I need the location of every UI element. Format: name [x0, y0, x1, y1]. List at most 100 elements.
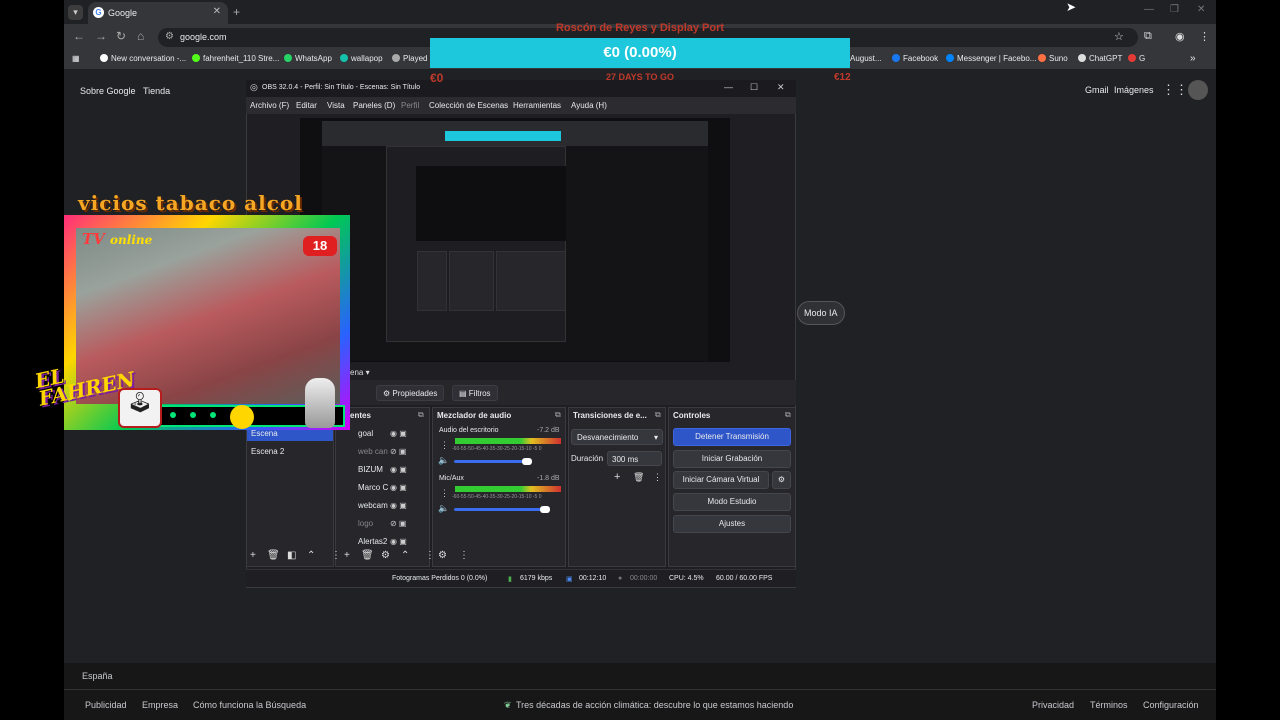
source-remove-icon[interactable]: 🗑 — [361, 550, 374, 561]
site-info-icon[interactable]: ⚙ — [165, 31, 174, 42]
menu-edit[interactable]: Editar — [296, 101, 317, 110]
menu-icon[interactable]: ⋮ — [1199, 30, 1210, 43]
source-item[interactable]: Alertas2 — [358, 537, 387, 546]
dock-undock-icon[interactable]: ⧉ — [785, 410, 791, 420]
new-tab-button[interactable]: + — [233, 5, 240, 19]
tab-google[interactable]: G Google ✕ — [88, 2, 228, 24]
studio-mode-button[interactable]: Modo Estudio — [673, 493, 791, 511]
menu-file[interactable]: Archivo (F) — [250, 101, 289, 110]
bookmark-item[interactable]: Messenger | Facebo... — [946, 54, 1036, 63]
obs-minimize-icon[interactable]: — — [724, 82, 733, 92]
maximize-icon[interactable]: ❐ — [1170, 4, 1179, 15]
bookmark-item[interactable]: Suno — [1038, 54, 1068, 63]
visibility-eye-icon[interactable]: ◉ ▣ — [390, 465, 407, 474]
stop-streaming-button[interactable]: Detener Transmisión — [673, 428, 791, 446]
footer-how-search-works-link[interactable]: Cómo funciona la Búsqueda — [193, 700, 306, 710]
footer-settings-link[interactable]: Configuración — [1143, 700, 1199, 710]
menu-help[interactable]: Ayuda (H) — [571, 101, 607, 110]
bookmark-item[interactable]: wallapop — [340, 54, 383, 63]
back-icon[interactable]: ← — [73, 29, 85, 43]
scene-remove-icon[interactable]: 🗑 — [267, 550, 280, 561]
volume-knob[interactable] — [522, 458, 532, 465]
bookmark-item[interactable]: Facebook — [892, 54, 938, 63]
images-link[interactable]: Imágenes — [1114, 85, 1154, 95]
footer-advertising-link[interactable]: Publicidad — [85, 700, 127, 710]
source-settings-icon[interactable]: ⚙ — [381, 550, 390, 561]
menu-scene-collection[interactable]: Colección de Escenas — [429, 101, 508, 110]
speaker-icon[interactable]: 🔈 — [438, 455, 449, 466]
bookmark-item[interactable]: G — [1128, 54, 1145, 63]
scene-add-icon[interactable]: + — [250, 550, 256, 561]
footer-business-link[interactable]: Empresa — [142, 700, 178, 710]
bookmark-star-icon[interactable]: ☆ — [1114, 30, 1124, 43]
visibility-eye-icon[interactable]: ◉ ▣ — [390, 483, 407, 492]
home-icon[interactable]: ⌂ — [137, 29, 144, 43]
reload-icon[interactable]: ↻ — [116, 29, 126, 43]
scene-item[interactable]: Escena 2 — [251, 447, 284, 456]
dock-undock-icon[interactable]: ⧉ — [555, 410, 561, 420]
source-item[interactable]: BIZUM — [358, 465, 383, 474]
source-item[interactable]: Marco C — [358, 483, 388, 492]
dock-undock-icon[interactable]: ⧉ — [418, 410, 424, 420]
remove-transition-icon[interactable]: 🗑 — [633, 472, 644, 483]
bookmark-item[interactable]: ChatGPT — [1078, 54, 1122, 63]
menu-view[interactable]: Vista — [327, 101, 345, 110]
kebab-menu-icon[interactable]: ⋮ — [440, 488, 449, 499]
minimize-icon[interactable]: — — [1144, 4, 1154, 15]
visibility-hidden-icon[interactable]: ⊘ ▣ — [390, 519, 406, 528]
speaker-icon[interactable]: 🔈 — [438, 503, 449, 514]
close-tab-icon[interactable]: ✕ — [213, 6, 221, 17]
kebab-menu-icon[interactable]: ⋮ — [440, 440, 449, 451]
filters-button[interactable]: ▤ Filtros — [452, 385, 498, 401]
more-bookmarks-icon[interactable]: » — [1190, 53, 1196, 64]
kebab-menu-icon[interactable]: ⋮ — [331, 550, 341, 561]
volume-slider[interactable] — [454, 508, 546, 511]
settings-button[interactable]: Ajustes — [673, 515, 791, 533]
kebab-menu-icon[interactable]: ⋮ — [653, 472, 662, 483]
source-item[interactable]: webcam — [358, 501, 388, 510]
source-item[interactable]: logo — [358, 519, 373, 528]
visibility-hidden-icon[interactable]: ⊘ ▣ — [390, 447, 406, 456]
volume-slider[interactable] — [454, 460, 528, 463]
obs-maximize-icon[interactable]: ☐ — [750, 82, 758, 93]
move-up-icon[interactable]: ⌃ — [307, 550, 315, 561]
move-up-icon[interactable]: ⌃ — [401, 550, 409, 561]
visibility-eye-icon[interactable]: ◉ ▣ — [390, 429, 407, 438]
bookmark-item[interactable]: Played — [392, 54, 427, 63]
gmail-link[interactable]: Gmail — [1085, 85, 1109, 95]
virtual-camera-settings-icon[interactable]: ⚙ — [772, 471, 791, 489]
start-recording-button[interactable]: Iniciar Grabación — [673, 450, 791, 468]
scene-filter-icon[interactable]: ◧ — [287, 550, 296, 561]
properties-button[interactable]: ⚙ Propiedades — [376, 385, 445, 401]
about-google-link[interactable]: Sobre Google — [80, 86, 136, 96]
kebab-menu-icon[interactable]: ⋮ — [425, 550, 435, 561]
menu-tools[interactable]: Herramientas — [513, 101, 561, 110]
menu-docks[interactable]: Paneles (D) — [353, 101, 395, 110]
footer-climate-link[interactable]: Tres décadas de acción climática: descub… — [516, 700, 793, 710]
extensions-icon[interactable]: ⧉ — [1144, 30, 1152, 43]
close-window-icon[interactable]: ✕ — [1197, 4, 1205, 15]
source-item[interactable]: goal — [358, 429, 373, 438]
source-add-icon[interactable]: + — [344, 550, 350, 561]
visibility-eye-icon[interactable]: ◉ ▣ — [390, 501, 407, 510]
store-link[interactable]: Tienda — [143, 86, 170, 96]
start-virtual-camera-button[interactable]: Iniciar Cámara Virtual — [673, 471, 769, 489]
forward-icon[interactable]: → — [95, 29, 107, 43]
source-item[interactable]: web can — [358, 447, 388, 456]
visibility-eye-icon[interactable]: ◉ ▣ — [390, 537, 407, 546]
duration-spinbox[interactable]: 300 ms — [607, 451, 662, 466]
bookmark-item[interactable]: WhatsApp — [284, 54, 332, 63]
dock-undock-icon[interactable]: ⧉ — [655, 410, 661, 420]
tab-search-button[interactable]: ▾ — [68, 5, 83, 20]
advanced-audio-icon[interactable]: ⚙ — [438, 550, 447, 561]
apps-icon[interactable]: ▦ — [72, 54, 80, 63]
footer-terms-link[interactable]: Términos — [1090, 700, 1128, 710]
profile-avatar[interactable]: ◉ — [1175, 30, 1185, 43]
bookmark-item[interactable]: fahrenheit_110 Stre... — [192, 54, 279, 63]
bookmark-item[interactable]: August... — [850, 54, 882, 63]
kebab-menu-icon[interactable]: ⋮ — [459, 550, 469, 561]
obs-close-icon[interactable]: ✕ — [777, 82, 785, 93]
menu-profile[interactable]: Perfil — [401, 101, 419, 110]
ai-mode-button[interactable]: Modo IA — [797, 301, 845, 325]
account-avatar[interactable] — [1188, 80, 1208, 100]
